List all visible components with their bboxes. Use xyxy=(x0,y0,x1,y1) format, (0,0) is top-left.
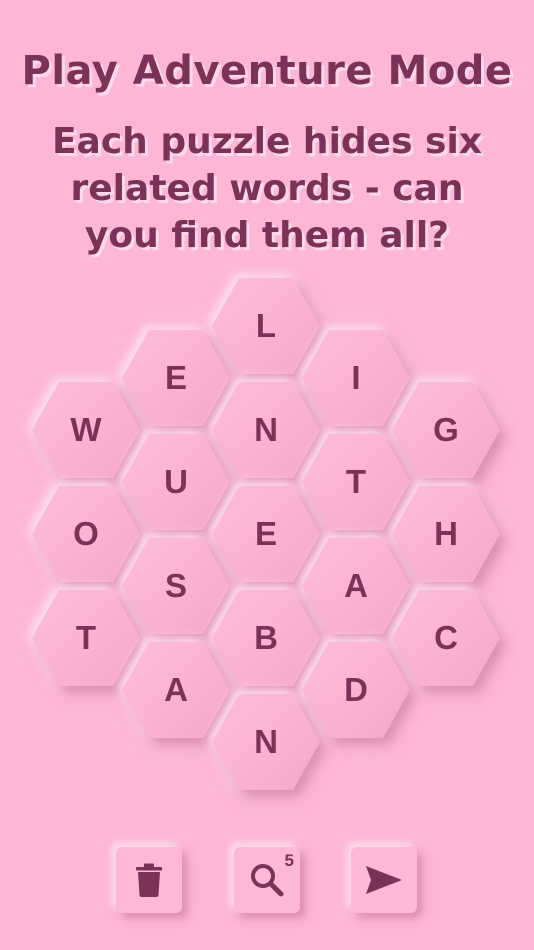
tile-letter: U xyxy=(164,463,188,500)
tile-letter: H xyxy=(434,515,458,552)
tile-letter: C xyxy=(434,619,458,656)
puzzle-instructions: Each puzzle hides six related words - ca… xyxy=(51,121,483,256)
tile-letter: L xyxy=(255,307,277,344)
tile-letter: N xyxy=(254,723,278,760)
tile-letter: E xyxy=(164,359,187,396)
trash-icon xyxy=(136,863,162,897)
send-arrow-icon xyxy=(366,866,402,894)
tile-letter: E xyxy=(254,515,277,552)
tile-letter: N xyxy=(254,411,278,448)
tile-letter: A xyxy=(344,567,368,604)
tile-letter: O xyxy=(73,515,99,552)
tile-letter: A xyxy=(164,671,188,708)
magnifier-icon xyxy=(251,864,284,897)
page-title: Play Adventure Mode xyxy=(21,48,513,94)
tile-letter: T xyxy=(345,463,367,500)
tile-letter: G xyxy=(433,411,459,448)
hex-tile[interactable]: N xyxy=(212,694,320,790)
hint-count-badge: 5 xyxy=(284,851,294,870)
tile-letter: T xyxy=(75,619,97,656)
tile-letter: I xyxy=(351,359,361,396)
delete-button[interactable] xyxy=(116,847,182,913)
submit-word-button[interactable] xyxy=(351,847,417,913)
tile-letter: W xyxy=(70,411,102,448)
tile-letter: D xyxy=(344,671,368,708)
tile-letter: B xyxy=(254,619,278,656)
tile-letter: S xyxy=(164,567,187,604)
hint-button[interactable]: 5 xyxy=(234,847,300,913)
